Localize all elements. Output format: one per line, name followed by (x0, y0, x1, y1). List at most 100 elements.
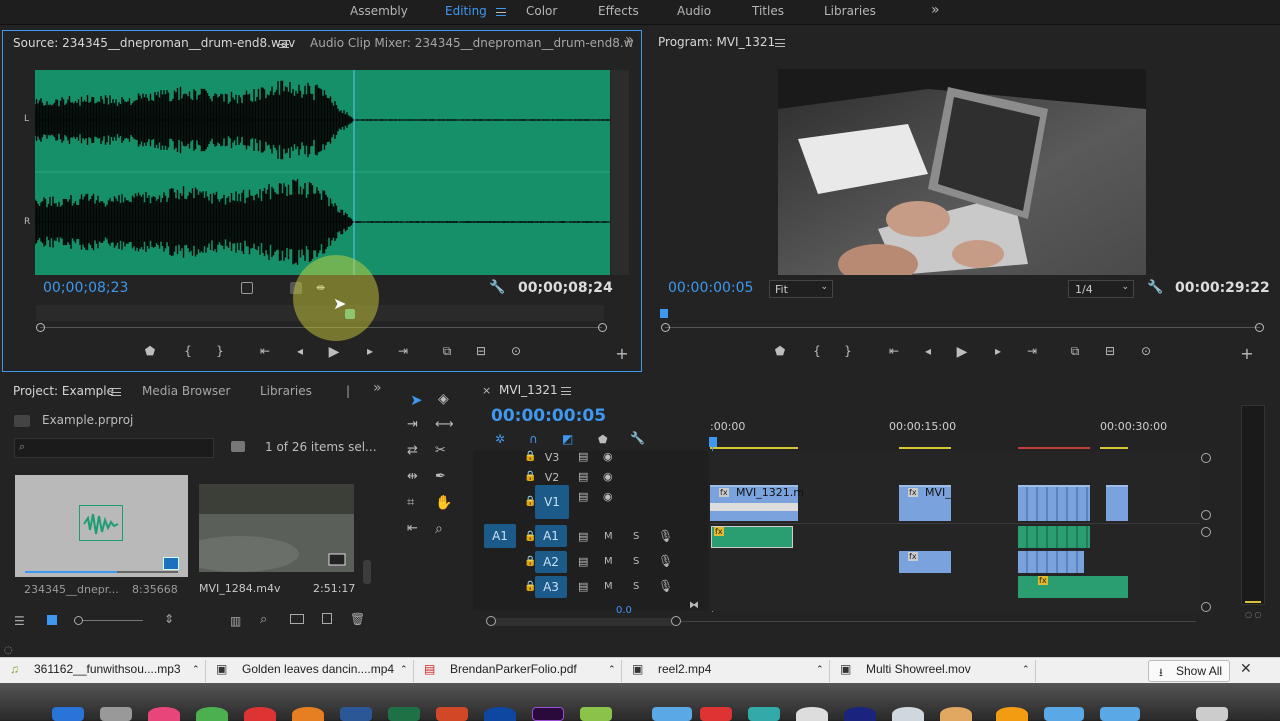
timeline-playhead-marker[interactable] (709, 437, 717, 447)
program-out-handle[interactable] (1255, 323, 1264, 332)
timeline-timecode[interactable]: 00:00:00:05 (491, 406, 606, 426)
mute-a2[interactable]: M (604, 556, 613, 567)
source-waveform[interactable] (35, 70, 610, 275)
mark-out-icon[interactable]: } (838, 344, 858, 358)
video-clip[interactable]: fx MVI_1321.m (710, 485, 804, 521)
video-clip[interactable] (1106, 485, 1128, 521)
eye-icon[interactable]: ◉ (603, 450, 613, 463)
workspace-tab-color[interactable]: Color (526, 4, 557, 18)
slide-tool-icon[interactable]: ⌗ (407, 495, 414, 510)
folder-app-icon[interactable] (1044, 707, 1084, 721)
mute-a1[interactable]: M (604, 531, 613, 542)
slip-tool-icon[interactable]: ⇹ (407, 469, 418, 484)
solo-a3[interactable]: S (633, 581, 639, 592)
timeline-zoom-thumb[interactable] (490, 618, 677, 626)
zoom-tool-icon[interactable]: ⌕ (435, 521, 443, 537)
powerpoint-app-icon[interactable] (436, 707, 468, 721)
linked-selection-icon[interactable]: ◩ (562, 432, 573, 446)
selection-tool-icon[interactable]: ➤ (410, 391, 423, 409)
project-item-thumbnail[interactable] (199, 484, 354, 572)
go-to-out-icon[interactable]: ⇥ (393, 344, 413, 358)
app-icon[interactable] (244, 707, 276, 721)
automate-to-sequence-icon[interactable]: ▥ (230, 614, 241, 628)
find-icon[interactable]: ⌕ (260, 612, 267, 627)
sync-lock-icon[interactable]: ▤ (578, 450, 588, 463)
mark-out-icon[interactable]: } (210, 344, 230, 358)
audio-clip-group[interactable] (1018, 551, 1084, 573)
program-timeline-ruler[interactable] (665, 327, 1260, 328)
mic-icon[interactable]: 🎙 (658, 579, 673, 593)
program-in-handle[interactable] (661, 323, 670, 332)
sync-lock-icon[interactable]: ▤ (578, 555, 588, 568)
chevron-up-icon[interactable]: ⌃ (192, 664, 200, 675)
resolution-dropdown[interactable]: 1/4 ⌄ (1068, 280, 1134, 298)
trash-icon[interactable]: 🗑 (350, 612, 365, 626)
hand-tool-icon[interactable]: ✋ (435, 495, 452, 511)
download-item[interactable]: Multi Showreel.mov (866, 662, 971, 676)
zoom-slider-handle[interactable] (74, 616, 83, 625)
nest-toggle-icon[interactable]: ✲ (495, 432, 505, 446)
panel-overflow-icon[interactable]: » (625, 32, 634, 48)
chevron-up-icon[interactable]: ⌃ (608, 664, 616, 675)
zoom-right-handle[interactable] (671, 616, 681, 626)
sync-lock-icon[interactable]: ▤ (578, 530, 588, 543)
workspace-tab-audio[interactable]: Audio (677, 4, 711, 18)
download-item[interactable]: BrendanParkerFolio.pdf (450, 662, 577, 676)
lock-icon[interactable]: 🔒 (524, 471, 536, 482)
app-icon[interactable] (940, 707, 972, 721)
program-panel-title[interactable]: Program: MVI_1321 (658, 35, 775, 49)
timeline-settings-wrench-icon[interactable]: 🔧 (630, 431, 645, 445)
chrome-app-icon[interactable] (196, 707, 228, 721)
media-browser-tab[interactable]: Media Browser (142, 384, 230, 398)
new-bin-icon[interactable] (290, 614, 304, 624)
premiere-app-icon[interactable] (532, 707, 564, 721)
add-marker-icon[interactable]: ⬟ (770, 344, 790, 358)
close-downloads-button[interactable]: ✕ (1240, 661, 1252, 677)
chevron-up-icon[interactable]: ⌃ (1022, 664, 1030, 675)
video-clip[interactable]: fx MVI_ (899, 485, 951, 521)
source-out-handle[interactable] (598, 323, 607, 332)
list-view-icon[interactable]: ☰ (14, 614, 25, 628)
lift-icon[interactable]: ⧉ (1065, 344, 1085, 359)
eye-icon[interactable]: ◉ (603, 490, 613, 503)
new-bin-from-search-icon[interactable] (231, 441, 245, 452)
app-icon[interactable] (844, 707, 876, 721)
audio-clip[interactable]: fx (899, 551, 951, 573)
vertical-scroll-handle[interactable] (1201, 453, 1211, 463)
button-editor-plus-icon[interactable]: + (1237, 344, 1257, 363)
source-patch-a1[interactable]: A1 (484, 524, 516, 548)
play-icon[interactable]: ▶ (952, 344, 972, 360)
source-panel-menu-icon[interactable] (279, 40, 289, 48)
add-marker-icon[interactable]: ⬟ (140, 344, 160, 358)
go-to-in-icon[interactable]: ⇤ (255, 344, 275, 358)
app-icon[interactable] (996, 707, 1028, 721)
program-panel-menu-icon[interactable] (775, 39, 785, 47)
solo-a2[interactable]: S (633, 556, 639, 567)
project-item-thumbnail[interactable] (15, 475, 188, 577)
firefox-app-icon[interactable] (292, 707, 324, 721)
video-clip-group[interactable] (1018, 485, 1090, 521)
project-panel-menu-icon[interactable] (111, 388, 121, 396)
music-app-icon[interactable] (148, 707, 180, 721)
globe-app-icon[interactable] (484, 707, 516, 721)
insert-icon[interactable]: ⧉ (437, 344, 457, 359)
button-editor-plus-icon[interactable]: + (612, 344, 632, 363)
export-frame-icon[interactable]: ⊙ (506, 344, 526, 358)
fit-dropdown[interactable]: Fit ⌄ (769, 280, 833, 298)
app-icon[interactable] (748, 707, 780, 721)
chevron-up-icon[interactable]: ⌃ (400, 664, 408, 675)
solo-a1[interactable]: S (633, 531, 639, 542)
chevron-up-icon[interactable]: ⌃ (816, 664, 824, 675)
project-search-input[interactable]: ⌕ (14, 438, 214, 458)
folder-app-icon[interactable] (1100, 707, 1140, 721)
rate-stretch-tool-icon[interactable]: ⇄ (407, 443, 418, 458)
mic-icon[interactable]: 🎙 (658, 554, 673, 568)
track-select-tool-icon[interactable]: ◈ (438, 391, 449, 407)
rolling-edit-tool-icon[interactable]: ⟷ (435, 417, 454, 432)
close-sequence-icon[interactable]: × (482, 384, 491, 397)
program-video-frame[interactable] (778, 69, 1146, 275)
sync-lock-icon[interactable]: ▤ (578, 470, 588, 483)
audio-clip-group[interactable] (1018, 526, 1090, 548)
play-icon[interactable]: ▶ (324, 344, 344, 360)
settings-app-icon[interactable] (100, 707, 132, 721)
